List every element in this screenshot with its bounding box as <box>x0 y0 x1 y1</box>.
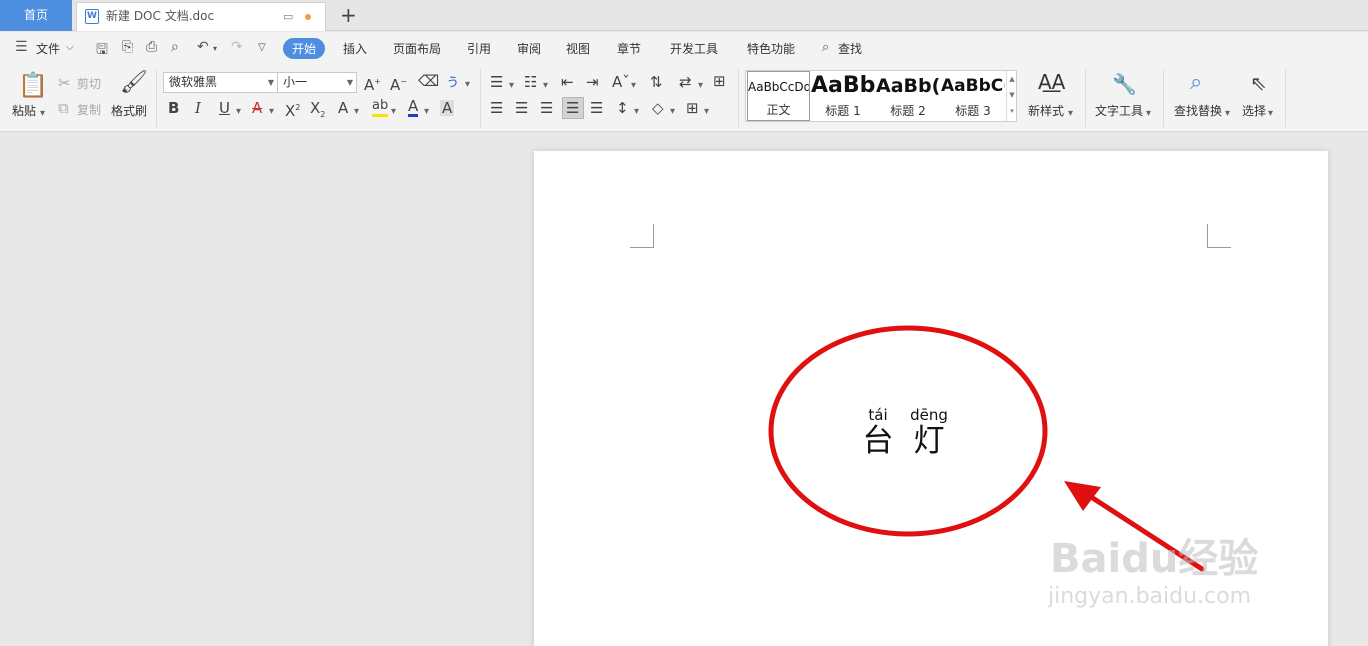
watermark-logo: Baidu经验 <box>1050 536 1259 582</box>
watermark-url: jingyan.baidu.com <box>1048 584 1252 609</box>
highlight-ellipse <box>768 325 1048 537</box>
pointer-arrow-head <box>1064 481 1101 511</box>
